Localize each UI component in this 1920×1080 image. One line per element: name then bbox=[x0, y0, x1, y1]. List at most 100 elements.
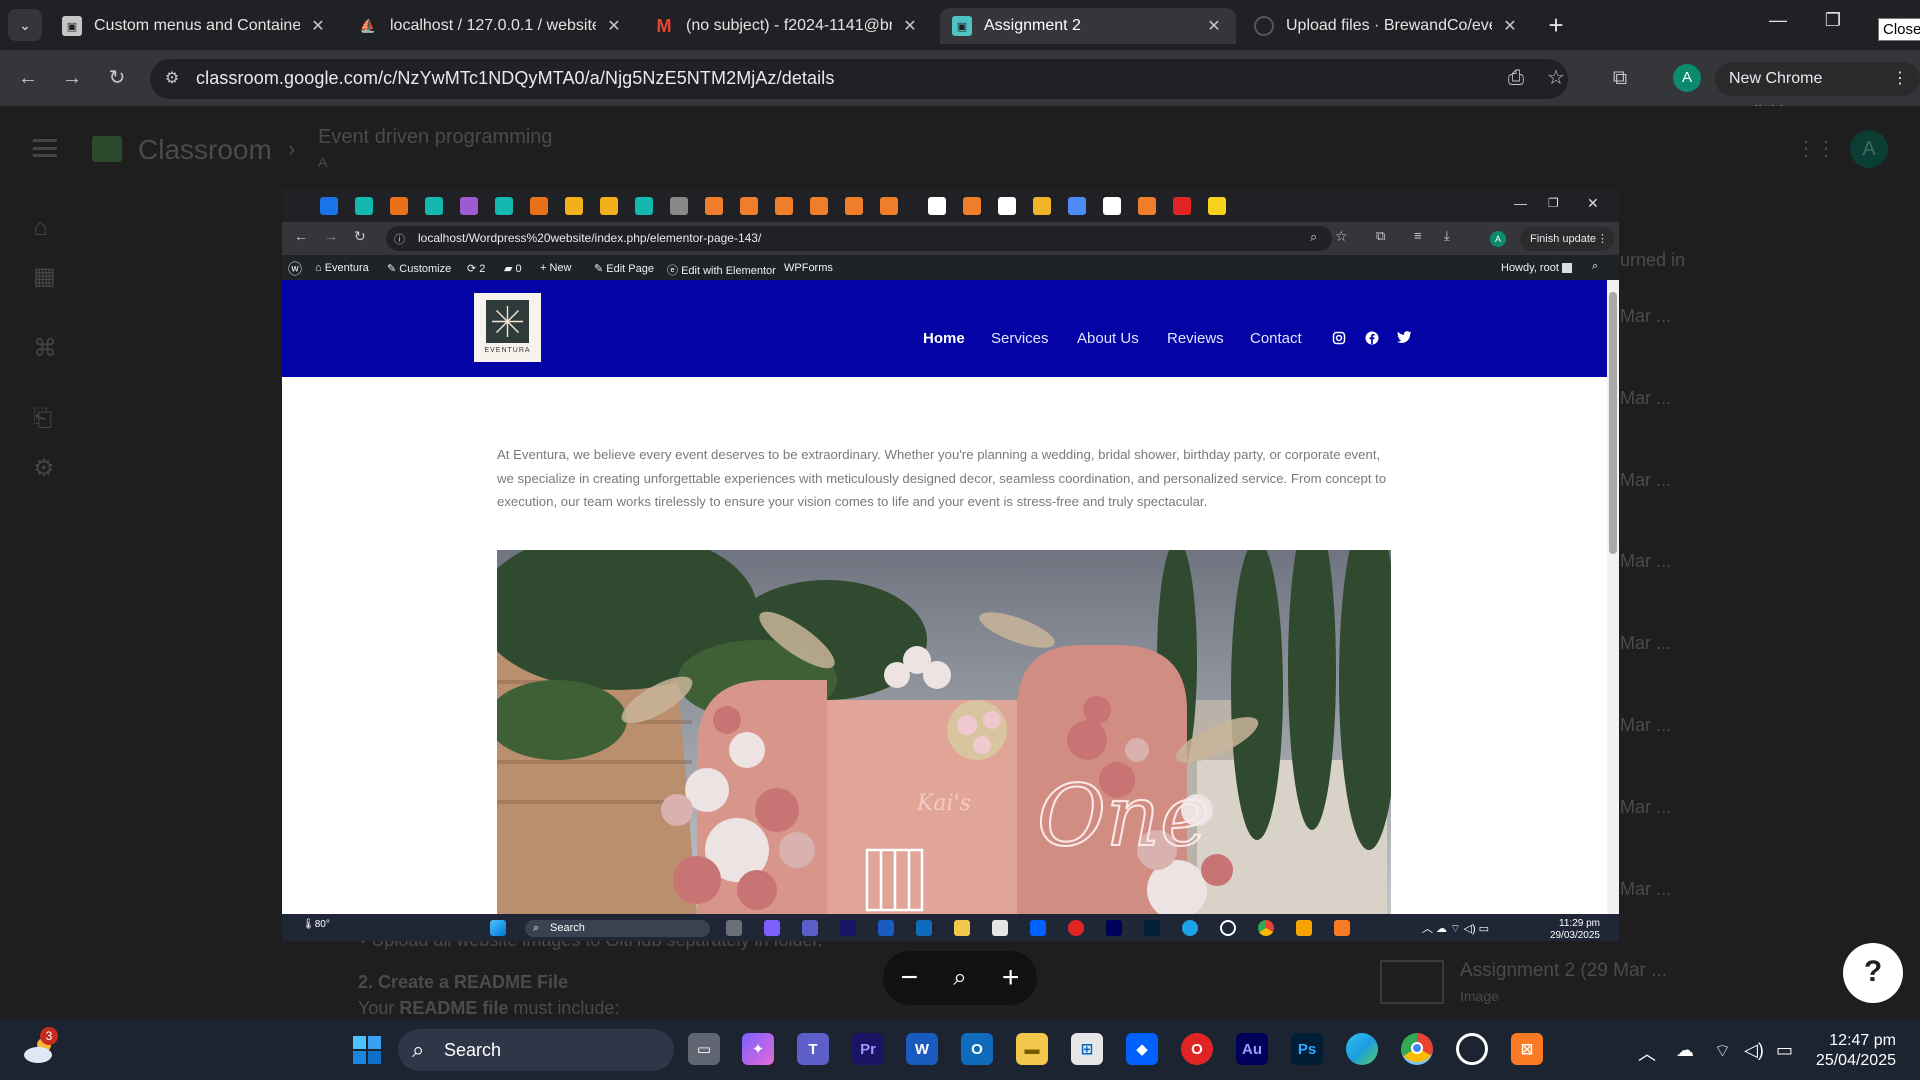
edge-icon[interactable] bbox=[1346, 1033, 1378, 1065]
inner-xampp-icon bbox=[1334, 920, 1350, 936]
archive-icon[interactable]: ⎗ bbox=[33, 405, 52, 433]
attachment-thumbnail[interactable] bbox=[1380, 960, 1444, 1004]
inner-word-icon bbox=[878, 920, 894, 936]
close-icon[interactable]: ✕ bbox=[308, 16, 328, 36]
wp-user-avatar-icon bbox=[1561, 263, 1572, 274]
apps-grid-icon[interactable]: ⋮⋮ bbox=[1796, 138, 1836, 160]
inner-tab-favicon bbox=[670, 197, 688, 215]
inner-outlook-icon bbox=[916, 920, 932, 936]
inner-finish-update: Finish update ⋮ bbox=[1520, 227, 1615, 251]
zoom-in-button[interactable]: + bbox=[1002, 961, 1020, 995]
outer-tab-5[interactable]: Upload files · BrewandCo/event ✕ bbox=[1242, 8, 1532, 44]
extensions-icon[interactable]: ⧉ bbox=[1606, 64, 1634, 92]
bookmark-star-icon[interactable]: ☆ bbox=[1542, 64, 1570, 92]
restore-button[interactable]: ❐ bbox=[1815, 10, 1851, 40]
outlook-icon[interactable]: O bbox=[961, 1033, 993, 1065]
inner-chrome-icon bbox=[1258, 920, 1274, 936]
wp-new-text: New bbox=[549, 262, 572, 274]
premiere-pro-icon[interactable]: Pr bbox=[852, 1033, 884, 1065]
list-item[interactable]: Mar ... bbox=[1620, 551, 1671, 572]
inner-scrollbar-thumb bbox=[1609, 292, 1617, 554]
list-item[interactable]: Mar ... bbox=[1620, 388, 1671, 409]
outer-tab-1[interactable]: ▣ Custom menus and Containers ✕ bbox=[50, 8, 340, 44]
back-button[interactable]: ← bbox=[14, 64, 42, 92]
list-item[interactable]: Mar ... bbox=[1620, 633, 1671, 654]
close-icon[interactable]: ✕ bbox=[1500, 16, 1520, 36]
outer-tab-3[interactable]: M (no subject) - f2024-1141@bnu ✕ bbox=[642, 8, 932, 44]
obs-studio-icon[interactable] bbox=[1456, 1033, 1488, 1065]
address-bar-url[interactable]: classroom.google.com/c/NzYwMTc1NDQyMTA0/… bbox=[196, 68, 834, 89]
settings-gear-icon[interactable]: ⚙ bbox=[33, 454, 55, 483]
word-icon[interactable]: W bbox=[906, 1033, 938, 1065]
outer-tab-title: Custom menus and Containers bbox=[94, 17, 300, 34]
list-item[interactable]: Mar ... bbox=[1620, 879, 1671, 900]
wp-howdy-text: Howdy, root bbox=[1501, 262, 1559, 274]
list-item[interactable]: Mar ... bbox=[1620, 470, 1671, 491]
list-item[interactable]: Mar ... bbox=[1620, 797, 1671, 818]
copilot-icon[interactable]: ✦ bbox=[742, 1033, 774, 1065]
volume-icon[interactable]: ◁) bbox=[1744, 1040, 1764, 1061]
inner-tab-favicon bbox=[495, 197, 513, 215]
inner-photoshop-icon bbox=[1144, 920, 1160, 936]
enrolled-icon[interactable]: ⌘ bbox=[33, 334, 57, 363]
magnifier-icon: ⌕ bbox=[953, 964, 967, 991]
inner-close-icon: ✕ bbox=[1587, 195, 1599, 211]
outer-tab-2[interactable]: ⛵ localhost / 127.0.0.1 / website / ✕ bbox=[346, 8, 636, 44]
opera-icon[interactable]: O bbox=[1181, 1033, 1213, 1065]
tab-search-button[interactable]: ⌄ bbox=[8, 9, 42, 41]
forward-button[interactable]: → bbox=[58, 64, 86, 92]
zoom-out-button[interactable]: − bbox=[901, 961, 919, 995]
nav-contact: Contact bbox=[1250, 330, 1302, 347]
windows-start-icon[interactable] bbox=[351, 1034, 383, 1066]
wp-comments-count: 0 bbox=[515, 263, 522, 275]
inner-tab-favicon bbox=[1033, 197, 1051, 215]
teams-icon[interactable]: T bbox=[797, 1033, 829, 1065]
classroom-app-name[interactable]: Classroom bbox=[138, 134, 272, 166]
list-item[interactable]: Mar ... bbox=[1620, 715, 1671, 736]
inner-scrollbar bbox=[1607, 280, 1619, 914]
file-explorer-icon[interactable]: ▬ bbox=[1016, 1033, 1048, 1065]
inner-avatar: A bbox=[1490, 231, 1506, 247]
close-icon[interactable]: ✕ bbox=[1204, 16, 1224, 36]
inner-dropbox-icon bbox=[1030, 920, 1046, 936]
install-app-icon[interactable]: ⎙ bbox=[1502, 64, 1530, 92]
photoshop-icon[interactable]: Ps bbox=[1291, 1033, 1323, 1065]
site-info-icon[interactable]: ⚙ bbox=[158, 65, 186, 93]
classroom-icon: ▣ bbox=[62, 16, 82, 36]
attachment-title[interactable]: Assignment 2 (29 Mar ... bbox=[1460, 960, 1667, 982]
list-item[interactable]: Mar ... bbox=[1620, 306, 1671, 327]
inner-tab-favicon bbox=[425, 197, 443, 215]
reload-button[interactable]: ↻ bbox=[103, 64, 131, 92]
wifi-icon[interactable]: ⌔ bbox=[1714, 1040, 1731, 1063]
close-icon[interactable]: ✕ bbox=[604, 16, 624, 36]
microsoft-store-icon[interactable]: ⊞ bbox=[1071, 1033, 1103, 1065]
task-view-icon[interactable]: ▭ bbox=[688, 1033, 720, 1065]
xampp-icon[interactable]: ⊠ bbox=[1511, 1033, 1543, 1065]
new-chrome-available-button[interactable]: New Chrome available⋮ bbox=[1715, 62, 1920, 121]
windows-taskbar bbox=[0, 1020, 1920, 1080]
audition-icon[interactable]: Au bbox=[1236, 1033, 1268, 1065]
course-title[interactable]: Event driven programming bbox=[318, 126, 553, 149]
close-icon[interactable]: ✕ bbox=[900, 16, 920, 36]
outer-tab-title: localhost / 127.0.0.1 / website / bbox=[390, 17, 596, 34]
outer-tab-4-active[interactable]: ▣ Assignment 2 ✕ bbox=[940, 8, 1236, 44]
calendar-icon[interactable]: ▦ bbox=[33, 262, 56, 291]
show-hidden-icons-chevron[interactable]: ︿ bbox=[1638, 1040, 1656, 1066]
inner-forward-icon: → bbox=[324, 228, 338, 244]
minimize-button[interactable]: — bbox=[1760, 10, 1796, 40]
profile-avatar[interactable]: A bbox=[1673, 64, 1701, 92]
help-button[interactable]: ? bbox=[1843, 943, 1903, 1003]
hamburger-menu-icon[interactable] bbox=[33, 139, 57, 157]
dropbox-icon[interactable]: ◆ bbox=[1126, 1033, 1158, 1065]
new-tab-button[interactable]: + bbox=[1540, 10, 1572, 42]
wp-admin-bar: ⓦ ⌂ Eventura ✎ Customize ⟳ 2 ▰ 0 + New ✎… bbox=[282, 255, 1619, 280]
classroom-avatar[interactable]: A bbox=[1850, 130, 1888, 168]
taskbar-search[interactable]: ⌕ Search bbox=[398, 1029, 674, 1071]
taskbar-clock[interactable]: 12:47 pm 25/04/2025 bbox=[1790, 1031, 1896, 1071]
inner-download-icon: ⤓ bbox=[1444, 228, 1450, 243]
chrome-icon[interactable] bbox=[1401, 1033, 1433, 1065]
inner-tab-favicon bbox=[810, 197, 828, 215]
inner-tab-favicon bbox=[880, 197, 898, 215]
home-icon[interactable]: ⌂ bbox=[33, 214, 48, 242]
onedrive-icon[interactable]: ☁ bbox=[1676, 1040, 1694, 1061]
